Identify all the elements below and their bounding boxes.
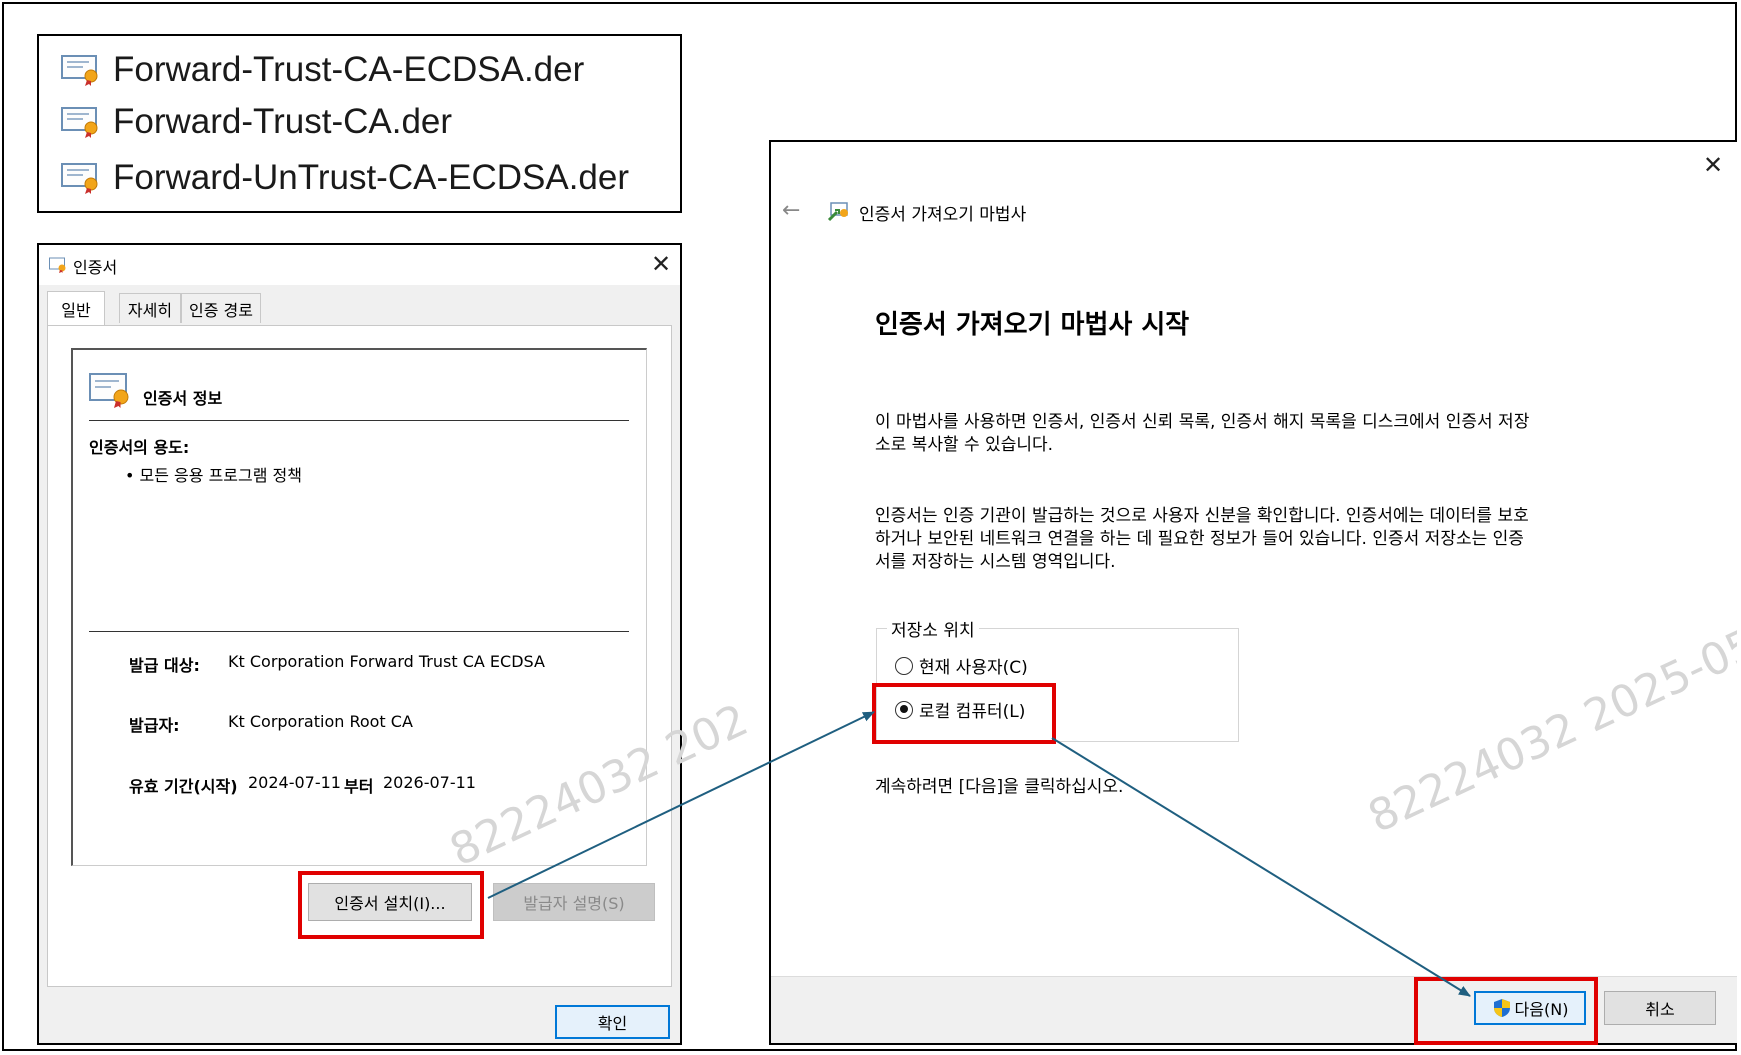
certificate-info-box: 인증서 정보 인증서의 용도: • 모든 응용 프로그램 정책 발급 대상: K… (71, 348, 756, 877)
issued-to-label: 발급 대상: (129, 656, 200, 675)
wizard-icon (827, 200, 851, 226)
wizard-info-line: 서를 저장하는 시스템 영역입니다. (875, 552, 1116, 572)
issued-by-value: Kt Corporation Root CA (228, 712, 413, 731)
valid-to-date: 2026-07-11 (383, 773, 476, 792)
tab-general[interactable]: 일반 (47, 291, 105, 325)
file-name: Forward-UnTrust-CA-ECDSA.der (113, 158, 630, 197)
wizard-info-line: 하거나 보안된 네트워크 연결을 하는 데 필요한 정보가 들어 있습니다. 인… (875, 529, 1524, 549)
valid-from-date: 2024-07-11 (248, 773, 341, 792)
certificate-info-title: 인증서 정보 (143, 389, 223, 408)
continue-instruction: 계속하려면 [다음]을 클릭하십시오. (875, 777, 1124, 797)
certificate-file-icon (61, 106, 101, 138)
wizard-heading: 인증서 가져오기 마법사 시작 (875, 310, 1190, 340)
valid-from-label: 유효 기간(시작) (129, 777, 238, 796)
back-arrow-icon[interactable]: ← (782, 198, 800, 223)
wizard-description: 이 마법사를 사용하면 인증서, 인증서 신뢰 목록, 인증서 해지 목록을 디… (875, 411, 1675, 457)
divider (89, 631, 629, 632)
wizard-description-line: 이 마법사를 사용하면 인증서, 인증서 신뢰 목록, 인증서 해지 목록을 디… (875, 412, 1530, 432)
issued-by-label: 발급자: (129, 716, 180, 735)
wizard-description-line: 소로 복사할 수 있습니다. (875, 435, 1054, 455)
file-item[interactable]: Forward-Trust-CA.der (61, 97, 452, 147)
certificate-info-icon (89, 372, 133, 412)
radio-current-user[interactable]: 현재 사용자(C) (895, 653, 1028, 678)
close-icon[interactable]: ✕ (1703, 153, 1723, 177)
divider (89, 420, 629, 421)
watermark: 82224032 2025-05- (1360, 611, 1737, 844)
close-icon[interactable]: ✕ (651, 252, 671, 276)
cancel-button[interactable]: 취소 (1604, 991, 1716, 1025)
certificate-import-wizard: ✕ ← 인증서 가져오기 마법사 인증서 가져오기 마법사 시작 이 마법사를 … (769, 140, 1737, 1045)
radio-button[interactable] (895, 656, 913, 675)
store-location-label: 저장소 위치 (887, 616, 979, 641)
file-item[interactable]: Forward-Trust-CA-ECDSA.der (61, 45, 584, 95)
purpose-label: 인증서의 용도: (89, 438, 190, 457)
file-item[interactable]: Forward-UnTrust-CA-ECDSA.der (61, 153, 629, 203)
tab-certification-path[interactable]: 인증 경로 (181, 293, 261, 323)
tab-details[interactable]: 자세히 (119, 293, 181, 323)
wizard-info-line: 인증서는 인증 기관이 발급하는 것으로 사용자 신분을 확인합니다. 인증서에… (875, 506, 1529, 526)
highlight-next-button (1414, 977, 1598, 1045)
highlight-install-button (298, 871, 484, 939)
certificate-dialog-title: 인증서 (73, 258, 118, 277)
ok-button[interactable]: 확인 (555, 1005, 670, 1039)
highlight-local-machine-option (872, 683, 1056, 744)
issued-to-value: Kt Corporation Forward Trust CA ECDSA (228, 652, 545, 671)
wizard-title: 인증서 가져오기 마법사 (859, 205, 1027, 225)
certificate-dialog-titlebar: 인증서 ✕ (39, 245, 680, 285)
certificate-file-list: Forward-Trust-CA-ECDSA.der Forward-Trust… (37, 34, 682, 213)
valid-to-label: 부터 (344, 777, 374, 796)
certificate-file-icon (61, 54, 101, 86)
issuer-statement-button[interactable]: 발급자 설명(S) (493, 883, 655, 921)
file-name: Forward-Trust-CA.der (113, 102, 453, 141)
purpose-item: • 모든 응용 프로그램 정책 (125, 466, 302, 485)
certificate-icon (49, 257, 67, 277)
wizard-certificate-info: 인증서는 인증 기관이 발급하는 것으로 사용자 신분을 확인합니다. 인증서에… (875, 505, 1675, 574)
file-name: Forward-Trust-CA-ECDSA.der (113, 50, 585, 89)
certificate-file-icon (61, 162, 101, 194)
radio-label: 현재 사용자(C) (919, 658, 1028, 678)
